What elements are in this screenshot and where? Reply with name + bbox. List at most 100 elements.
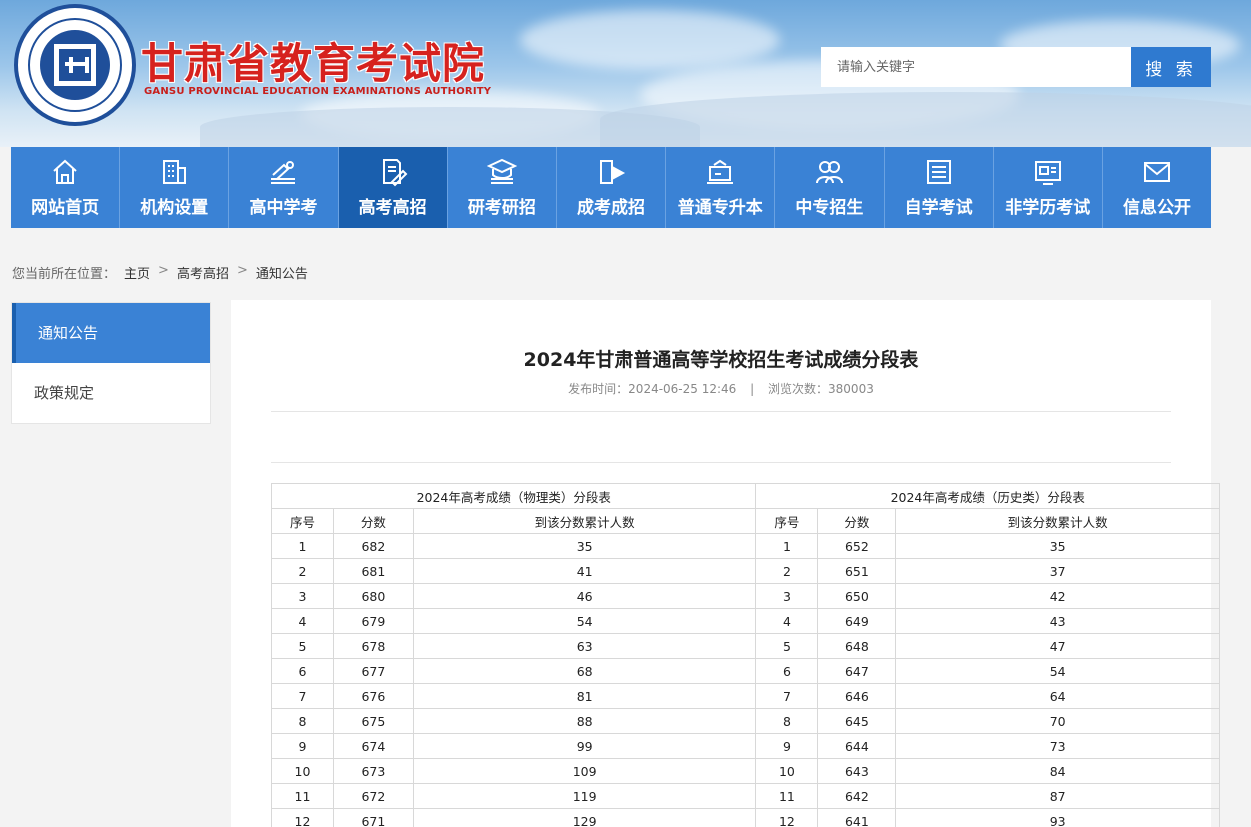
nav-item-organization[interactable]: 机构设置 bbox=[120, 147, 230, 228]
table-cell: 12 bbox=[755, 808, 819, 827]
nav-item-non-degree[interactable]: 非学历考试 bbox=[994, 147, 1103, 228]
meta-separator: | bbox=[750, 382, 755, 396]
table-cell: 9 bbox=[755, 733, 819, 759]
article-meta: 发布时间：2024-06-25 12:46 | 浏览次数：380003 bbox=[231, 380, 1211, 397]
table-cell: 5 bbox=[271, 633, 334, 659]
table-cell: 8 bbox=[755, 708, 819, 734]
score-table: 2024年高考成绩（物理类）分段表 2024年高考成绩（历史类）分段表 序号 分… bbox=[270, 483, 1220, 827]
table-cell: 70 bbox=[895, 708, 1220, 734]
column-header: 分数 bbox=[332, 508, 414, 534]
site-subtitle: GANSU PROVINCIAL EDUCATION EXAMINATIONS … bbox=[144, 86, 492, 97]
table-cell: 54 bbox=[895, 658, 1220, 684]
nav-item-postgraduate[interactable]: 研考研招 bbox=[448, 147, 557, 228]
table-cell: 647 bbox=[817, 658, 897, 684]
breadcrumb-notices[interactable]: 通知公告 bbox=[256, 263, 308, 282]
article-title: 2024年甘肃普通高等学校招生考试成绩分段表 bbox=[523, 349, 919, 371]
breadcrumb-gaokao[interactable]: 高考高招 bbox=[177, 263, 229, 282]
table-cell: 7 bbox=[271, 683, 334, 709]
article-panel: 2024年甘肃普通高等学校招生考试成绩分段表 发布时间：2024-06-25 1… bbox=[231, 300, 1220, 827]
table-cell: 63 bbox=[412, 633, 757, 659]
table-cell: 682 bbox=[332, 533, 414, 559]
nav-label: 信息公开 bbox=[1122, 198, 1191, 218]
table-cell: 9 bbox=[271, 733, 334, 759]
table-cell: 2 bbox=[755, 558, 819, 584]
table-cell: 129 bbox=[412, 808, 757, 827]
sidebar-item-policies[interactable]: 政策规定 bbox=[12, 363, 210, 423]
table-cell: 119 bbox=[412, 783, 757, 809]
views-label: 浏览次数： bbox=[768, 382, 829, 396]
table-cell: 680 bbox=[332, 583, 414, 609]
book-flag-icon bbox=[600, 160, 626, 184]
nav-item-self-study[interactable]: 自学考试 bbox=[885, 147, 994, 228]
nav-item-high-school-exam[interactable]: 高中学考 bbox=[229, 147, 339, 228]
table-cell: 64 bbox=[895, 683, 1220, 709]
table-cell: 54 bbox=[412, 608, 757, 634]
nav-item-home[interactable]: 网站首页 bbox=[11, 147, 121, 228]
search-button[interactable]: 搜 索 bbox=[1131, 47, 1211, 87]
nav-item-vocational[interactable]: 中专招生 bbox=[775, 147, 885, 228]
breadcrumb: 您当前所在位置： 主页 > 高考高招 > 通知公告 bbox=[12, 263, 308, 282]
table-cell: 68 bbox=[412, 658, 757, 684]
table-cell: 672 bbox=[332, 783, 414, 809]
breadcrumb-separator: > bbox=[236, 263, 248, 278]
nav-label: 非学历考试 bbox=[1005, 198, 1091, 218]
search-input[interactable] bbox=[821, 47, 1131, 87]
score-table-body: 1 682 35 1 652 35 2 681 41 2 651 37 3 680 46 3 650 42 4 679… bbox=[271, 533, 1220, 827]
table-cell: 6 bbox=[271, 658, 334, 684]
logo-seal-icon[interactable] bbox=[14, 4, 136, 126]
table-row: 9 674 99 9 644 73 bbox=[271, 733, 1220, 759]
table-cell: 648 bbox=[817, 633, 897, 659]
table-cell: 678 bbox=[332, 633, 414, 659]
table-cell: 652 bbox=[817, 533, 897, 559]
table-cell: 6 bbox=[755, 658, 819, 684]
nav-label: 高考高招 bbox=[358, 198, 427, 218]
table-cell: 4 bbox=[755, 608, 819, 634]
divider bbox=[271, 462, 1171, 463]
nav-label: 自学考试 bbox=[904, 198, 973, 218]
books-icon bbox=[271, 161, 296, 184]
nav-label: 高中学考 bbox=[249, 198, 318, 218]
table-row: 11 672 119 11 642 87 bbox=[271, 783, 1220, 809]
table-cell: 73 bbox=[895, 733, 1220, 759]
table-row: 12 671 129 12 641 93 bbox=[271, 808, 1220, 827]
site-header: 甘肃省教育考试院 GANSU PROVINCIAL EDUCATION EXAM… bbox=[0, 0, 1251, 147]
table-cell: 675 bbox=[332, 708, 414, 734]
table-row: 6 677 68 6 647 54 bbox=[271, 658, 1220, 684]
id-card-icon bbox=[1034, 161, 1061, 185]
nav-label: 机构设置 bbox=[140, 198, 209, 218]
table-cell: 643 bbox=[817, 758, 897, 784]
table-cell: 35 bbox=[895, 533, 1220, 559]
column-header: 序号 bbox=[755, 508, 819, 534]
table-cell: 650 bbox=[817, 583, 897, 609]
table-cell: 677 bbox=[332, 658, 414, 684]
sidebar: 通知公告 政策规定 bbox=[11, 302, 211, 424]
table-cell: 679 bbox=[332, 608, 414, 634]
table-cell: 87 bbox=[895, 783, 1220, 809]
table-cell: 11 bbox=[755, 783, 819, 809]
nav-item-info-disclosure[interactable]: 信息公开 bbox=[1103, 147, 1211, 228]
table-cell: 93 bbox=[895, 808, 1220, 827]
publish-time: 2024-06-25 12:46 bbox=[628, 382, 737, 396]
breadcrumb-separator: > bbox=[158, 263, 169, 278]
sidebar-item-notices[interactable]: 通知公告 bbox=[12, 303, 210, 363]
table-cell: 84 bbox=[895, 758, 1220, 784]
table-cell: 11 bbox=[271, 783, 334, 809]
table-cell: 676 bbox=[332, 683, 414, 709]
nav-item-adult-exam[interactable]: 成考成招 bbox=[557, 147, 667, 228]
list-icon bbox=[926, 160, 951, 184]
table-row: 7 676 81 7 646 64 bbox=[271, 683, 1220, 709]
nav-label: 研考研招 bbox=[467, 198, 536, 218]
breadcrumb-home[interactable]: 主页 bbox=[124, 263, 150, 282]
table-cell: 12 bbox=[271, 808, 334, 827]
site-title[interactable]: 甘肃省教育考试院 bbox=[141, 30, 485, 91]
table-cell: 109 bbox=[412, 758, 757, 784]
table-cell: 35 bbox=[412, 533, 757, 559]
nav-item-gaokao[interactable]: 高考高招 bbox=[338, 147, 448, 228]
table-cell: 7 bbox=[755, 683, 819, 709]
table-cell: 3 bbox=[755, 583, 819, 609]
divider bbox=[271, 411, 1171, 412]
table-cell: 43 bbox=[895, 608, 1220, 634]
table-row: 3 680 46 3 650 42 bbox=[271, 583, 1220, 609]
nav-item-upgrade[interactable]: 普通专升本 bbox=[666, 147, 776, 228]
breadcrumb-prefix: 您当前所在位置： bbox=[12, 267, 117, 282]
